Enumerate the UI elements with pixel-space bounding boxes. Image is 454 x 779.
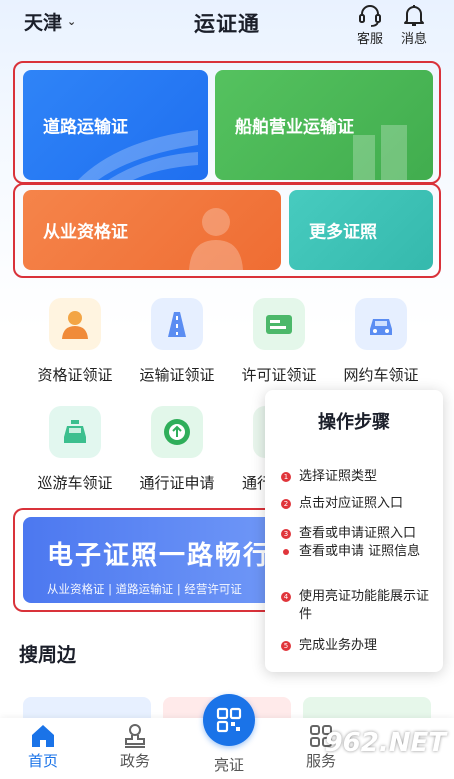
grid-item-pass-partial[interactable]: 通行 <box>229 406 269 493</box>
arrow-up-icon <box>151 406 203 458</box>
license-card-icon <box>253 298 305 350</box>
nav-show-certificate-label: 亮证 <box>213 756 244 774</box>
bell-icon <box>404 5 424 26</box>
step-number: 1 <box>281 472 291 482</box>
step-sub-item: 查看或申请 证照信息 <box>281 543 441 561</box>
building-decoration-icon <box>353 125 407 180</box>
grid-label: 网约车领证 <box>343 366 419 384</box>
step-text: 点击对应证照入口 <box>299 496 404 511</box>
road-transport-card[interactable]: 道路运输证 <box>23 70 208 180</box>
grid-label: 巡游车领证 <box>37 474 113 492</box>
grid-label: 资格证领证 <box>37 366 113 384</box>
home-icon <box>32 725 54 747</box>
more-certificates-label: 更多证照 <box>309 222 377 243</box>
watermark-logo: 962.NET <box>324 728 446 758</box>
person-icon <box>49 298 101 350</box>
step-text: 完成业务办理 <box>299 638 378 653</box>
step-number: 3 <box>281 529 291 539</box>
nav-home-label: 首页 <box>27 752 58 770</box>
show-certificate-button[interactable] <box>203 694 255 746</box>
grid-item-qualification-claim[interactable]: 资格证领证 <box>25 298 125 385</box>
step-item: 2 点击对应证照入口 <box>281 495 441 513</box>
grid-item-transport-claim[interactable]: 运输证领证 <box>127 298 227 385</box>
nearby-section-title: 搜周边 <box>19 644 77 666</box>
customer-service-button[interactable]: 客服 <box>349 2 391 47</box>
step-number: 4 <box>281 592 291 602</box>
step-text: 查看或申请 证照信息 <box>299 544 421 559</box>
nav-government[interactable]: 政务 <box>100 722 170 771</box>
person-decoration-icon <box>189 208 243 270</box>
operation-steps-popup: 操作步骤 1 选择证照类型 2 点击对应证照入口 3 查看或申请证照入口 查看或… <box>265 390 443 672</box>
grid-item-ridehailing-claim[interactable]: 网约车领证 <box>331 298 431 385</box>
step-text: 使用亮证功能能展示证件 <box>299 589 430 622</box>
grid-label: 许可证领证 <box>241 366 317 384</box>
popup-title: 操作步骤 <box>318 412 390 433</box>
headset-icon <box>359 5 381 27</box>
qualification-label: 从业资格证 <box>43 222 128 243</box>
messages-button[interactable]: 消息 <box>393 2 435 47</box>
grid-item-taxi-claim[interactable]: 巡游车领证 <box>25 406 125 493</box>
step-item: 3 查看或申请证照入口 <box>281 525 441 543</box>
more-certificates-card[interactable]: 更多证照 <box>289 190 433 270</box>
grid-item-pass-apply[interactable]: 通行证申请 <box>127 406 227 493</box>
stamp-icon <box>125 724 145 748</box>
messages-label: 消息 <box>400 32 427 47</box>
step-item: 4 使用亮证功能能展示证件 <box>281 588 441 624</box>
qr-code-icon <box>216 707 242 733</box>
road-transport-label: 道路运输证 <box>43 117 128 138</box>
banner-title: 电子证照一路畅行 <box>47 541 272 571</box>
ship-transport-label: 船舶营业运输证 <box>235 117 354 138</box>
step-item: 1 选择证照类型 <box>281 468 441 486</box>
taxi-icon <box>49 406 101 458</box>
grid-item-license-claim[interactable]: 许可证领证 <box>229 298 329 385</box>
step-number: 5 <box>281 641 291 651</box>
step-number: 2 <box>281 499 291 509</box>
grid-label: 通行证申请 <box>139 474 215 492</box>
grid-label: 运输证领证 <box>139 366 215 384</box>
customer-service-label: 客服 <box>356 32 383 47</box>
bullet-dot-icon <box>283 549 289 555</box>
nav-government-label: 政务 <box>119 752 150 770</box>
qualification-card[interactable]: 从业资格证 <box>23 190 281 270</box>
ship-transport-card[interactable]: 船舶营业运输证 <box>215 70 433 180</box>
step-text: 查看或申请证照入口 <box>299 526 417 541</box>
banner-subtitle: 从业资格证 | 道路运输证 | 经营许可证 <box>47 582 242 596</box>
step-item: 5 完成业务办理 <box>281 637 441 655</box>
step-text: 选择证照类型 <box>299 469 378 484</box>
nav-home[interactable]: 首页 <box>8 722 78 771</box>
road-icon <box>151 298 203 350</box>
car-icon <box>355 298 407 350</box>
nav-show-certificate[interactable]: 亮证 <box>194 754 264 775</box>
